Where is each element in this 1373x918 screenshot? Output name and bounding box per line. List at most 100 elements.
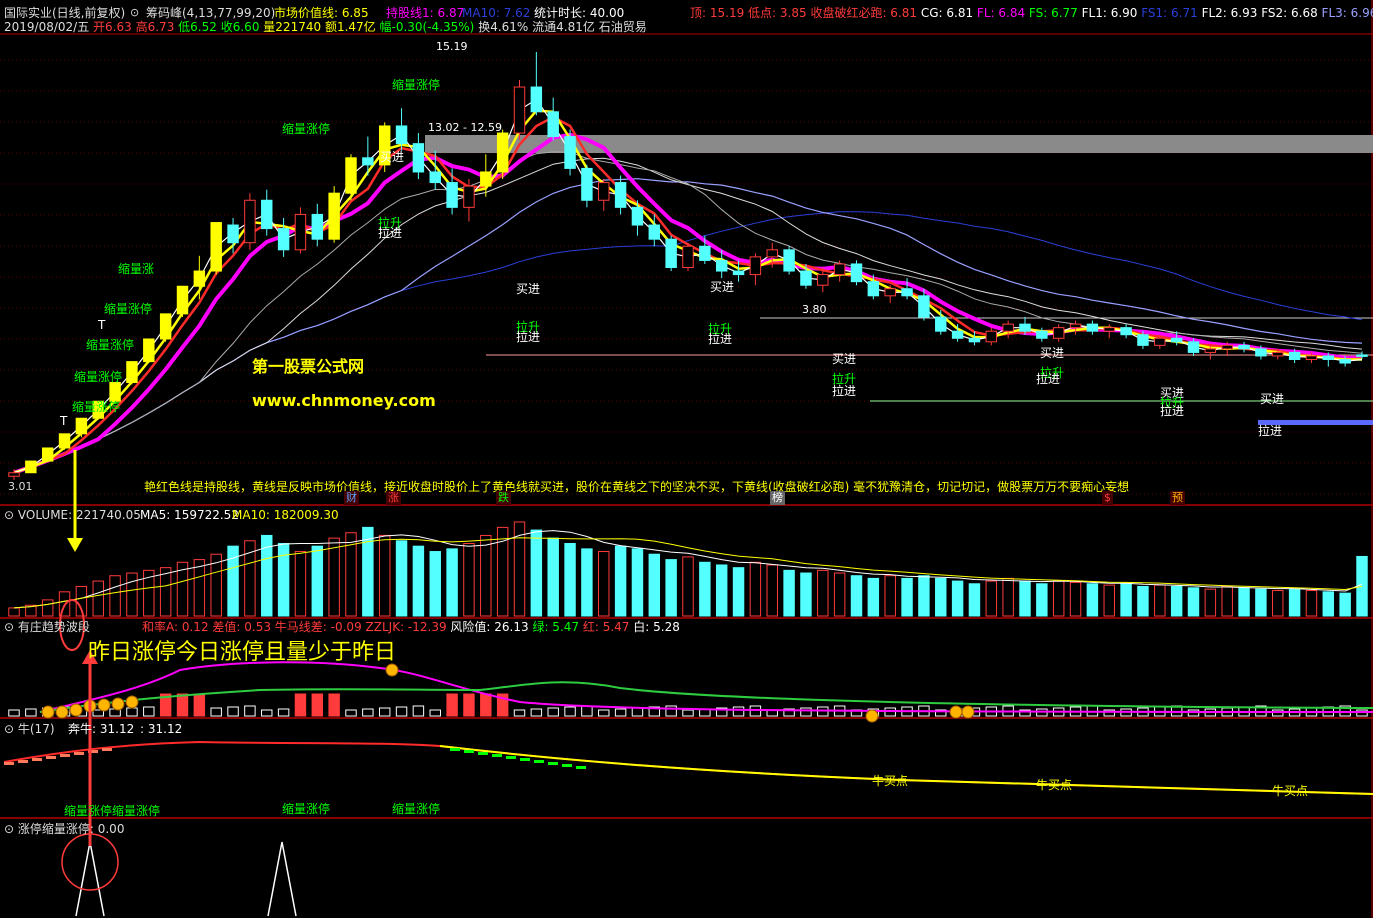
candle-body bbox=[766, 249, 778, 258]
candle-body bbox=[463, 185, 475, 208]
trend-panel-name: 有庄趋势波段 bbox=[17, 620, 90, 634]
bull-step bbox=[102, 748, 112, 751]
high-label: 高6.73 bbox=[135, 20, 175, 34]
trend-value-5: 绿: 5.47 bbox=[532, 620, 583, 634]
panel-icon[interactable]: ⊙ bbox=[4, 722, 18, 736]
bull-step bbox=[46, 756, 56, 759]
bull-step bbox=[18, 760, 28, 763]
chevron-down-icon[interactable]: ⊙ bbox=[130, 6, 139, 20]
candle-body bbox=[699, 245, 711, 261]
buy-signal-label: 买进 bbox=[380, 150, 405, 164]
hold-line bbox=[13, 132, 1362, 475]
close-label: 收6.60 bbox=[220, 20, 260, 34]
trend-bar bbox=[311, 693, 324, 717]
candle-body bbox=[951, 330, 964, 339]
buy-signal-label: 买进 bbox=[832, 352, 857, 366]
candle-body bbox=[985, 330, 998, 343]
bull-step bbox=[534, 760, 544, 763]
volume-bar bbox=[362, 526, 374, 617]
bull-panel-name: 牛(17) bbox=[17, 722, 55, 736]
volume-bar bbox=[985, 580, 998, 617]
trend-values: 和率A: 0.12 差值: 0.53 牛马线差: -0.09 ZZLJK: -1… bbox=[142, 620, 680, 634]
pull-signal-label: 拉进 bbox=[1258, 424, 1283, 438]
trend-line-green bbox=[39, 681, 1373, 713]
trend-bar bbox=[429, 709, 441, 717]
volume-bar bbox=[109, 575, 121, 617]
panel-icon[interactable]: ⊙ bbox=[4, 508, 18, 522]
bull-panel-label: ⊙ 牛(17) bbox=[4, 722, 55, 736]
yellow-arrow-head bbox=[67, 538, 83, 552]
volume-bar bbox=[1322, 591, 1335, 617]
signal-coin bbox=[961, 705, 975, 719]
pull-signal-label: 拉进 bbox=[708, 332, 733, 346]
volume-bar bbox=[1288, 588, 1301, 617]
candle-body bbox=[1103, 327, 1115, 332]
candle-body bbox=[25, 460, 37, 474]
panel-icon[interactable]: ⊙ bbox=[4, 620, 18, 634]
trend-bar bbox=[210, 707, 222, 717]
volume-bar bbox=[1103, 584, 1115, 617]
volume-bar bbox=[1086, 583, 1099, 617]
candle-body bbox=[1255, 348, 1267, 357]
bull-step bbox=[74, 752, 84, 755]
candle-body bbox=[732, 270, 745, 276]
trend-value-0: 和率A: 0.12 bbox=[142, 620, 213, 634]
candle-body bbox=[833, 263, 846, 276]
volume-bar bbox=[614, 545, 627, 617]
buy-signal-label: 买进 bbox=[516, 282, 541, 296]
trend-bar bbox=[682, 709, 694, 717]
pull-signal-label: 拉进 bbox=[1036, 372, 1061, 386]
candle-body bbox=[564, 136, 576, 169]
volume-bar bbox=[817, 569, 829, 617]
candle-body bbox=[75, 417, 88, 435]
candle-body bbox=[1154, 337, 1166, 346]
volume-bar bbox=[1036, 583, 1048, 617]
volume-bar bbox=[833, 572, 846, 617]
volume-bar bbox=[884, 575, 896, 617]
candle-body bbox=[446, 182, 458, 208]
candle-body bbox=[817, 274, 829, 286]
bull-step bbox=[32, 758, 42, 761]
volume-bar bbox=[648, 553, 661, 617]
panel-icon[interactable]: ⊙ bbox=[4, 822, 18, 836]
candle-body bbox=[1288, 351, 1301, 361]
change-label: 幅-0.30(-4.35%) bbox=[379, 20, 475, 34]
trend-bar bbox=[25, 708, 37, 717]
candle-body bbox=[412, 143, 425, 173]
app-title[interactable]: 国际实业(日线,前复权) bbox=[4, 6, 125, 20]
trend-value-2: 牛马线差: -0.09 bbox=[274, 620, 366, 634]
trend-panel-drawing bbox=[8, 661, 1373, 723]
candle-body bbox=[58, 433, 71, 449]
buy-signal-label: 买进 bbox=[710, 280, 735, 294]
candle-body bbox=[648, 224, 661, 240]
candle-body bbox=[1137, 334, 1149, 346]
volume-bar bbox=[480, 534, 492, 617]
market-value-line bbox=[13, 109, 1362, 474]
trend-bar bbox=[547, 707, 559, 717]
trend-bar bbox=[581, 705, 593, 717]
volume-bar bbox=[665, 559, 677, 617]
candle-body bbox=[159, 313, 172, 340]
website-url[interactable]: www.chnmoney.com bbox=[252, 392, 436, 410]
trend-bar bbox=[412, 705, 425, 717]
candle-body bbox=[480, 171, 492, 187]
indicator-value-9: FS2: 6.68 bbox=[1261, 6, 1322, 20]
volume-bar bbox=[1170, 585, 1183, 617]
trend-bar bbox=[227, 706, 239, 717]
candle-body bbox=[176, 285, 189, 315]
trend-bar bbox=[530, 708, 543, 717]
volume-bars bbox=[8, 521, 1368, 617]
candle-body bbox=[1086, 323, 1099, 332]
candle-body bbox=[749, 256, 762, 276]
indicator-name[interactable]: 筹码峰(4,13,77,99,20) bbox=[146, 6, 275, 20]
volume-bar bbox=[1154, 584, 1166, 617]
trend-bar bbox=[176, 693, 189, 717]
volume-bar bbox=[1052, 580, 1065, 617]
candle-body bbox=[1019, 323, 1031, 332]
bull-step bbox=[478, 752, 488, 755]
limit-spike bbox=[267, 841, 297, 917]
vol-ma5: MA5: 159722.52 bbox=[140, 508, 239, 522]
volume-bar bbox=[463, 542, 475, 617]
volume-bar bbox=[395, 540, 408, 617]
trend-bar bbox=[749, 705, 762, 717]
